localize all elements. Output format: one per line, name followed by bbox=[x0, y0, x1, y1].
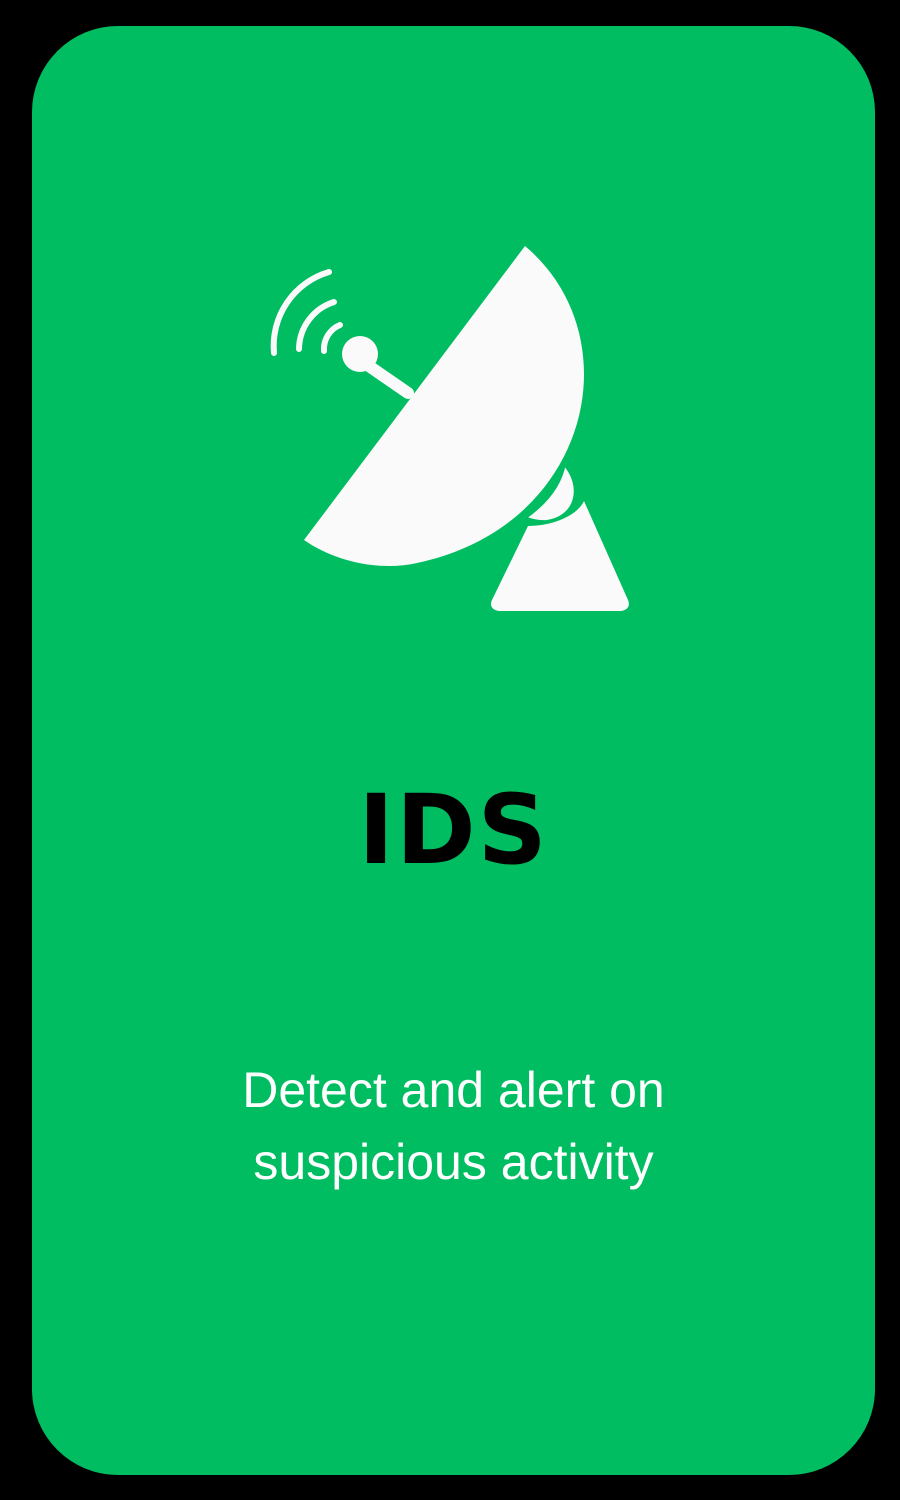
ids-card[interactable]: IDS Detect and alert on suspicious activ… bbox=[32, 26, 875, 1475]
card-title: IDS bbox=[358, 774, 549, 886]
card-frame: IDS Detect and alert on suspicious activ… bbox=[0, 0, 900, 1500]
signal-arc-small bbox=[320, 322, 343, 354]
feed-arm bbox=[360, 358, 414, 399]
signal-arc-medium bbox=[296, 299, 337, 352]
description-line-2: suspicious activity bbox=[253, 1134, 654, 1190]
icon-area bbox=[32, 26, 875, 726]
description-line-1: Detect and alert on bbox=[242, 1062, 665, 1118]
satellite-dish-icon bbox=[270, 246, 629, 611]
card-description: Detect and alert on suspicious activity bbox=[32, 1054, 875, 1198]
